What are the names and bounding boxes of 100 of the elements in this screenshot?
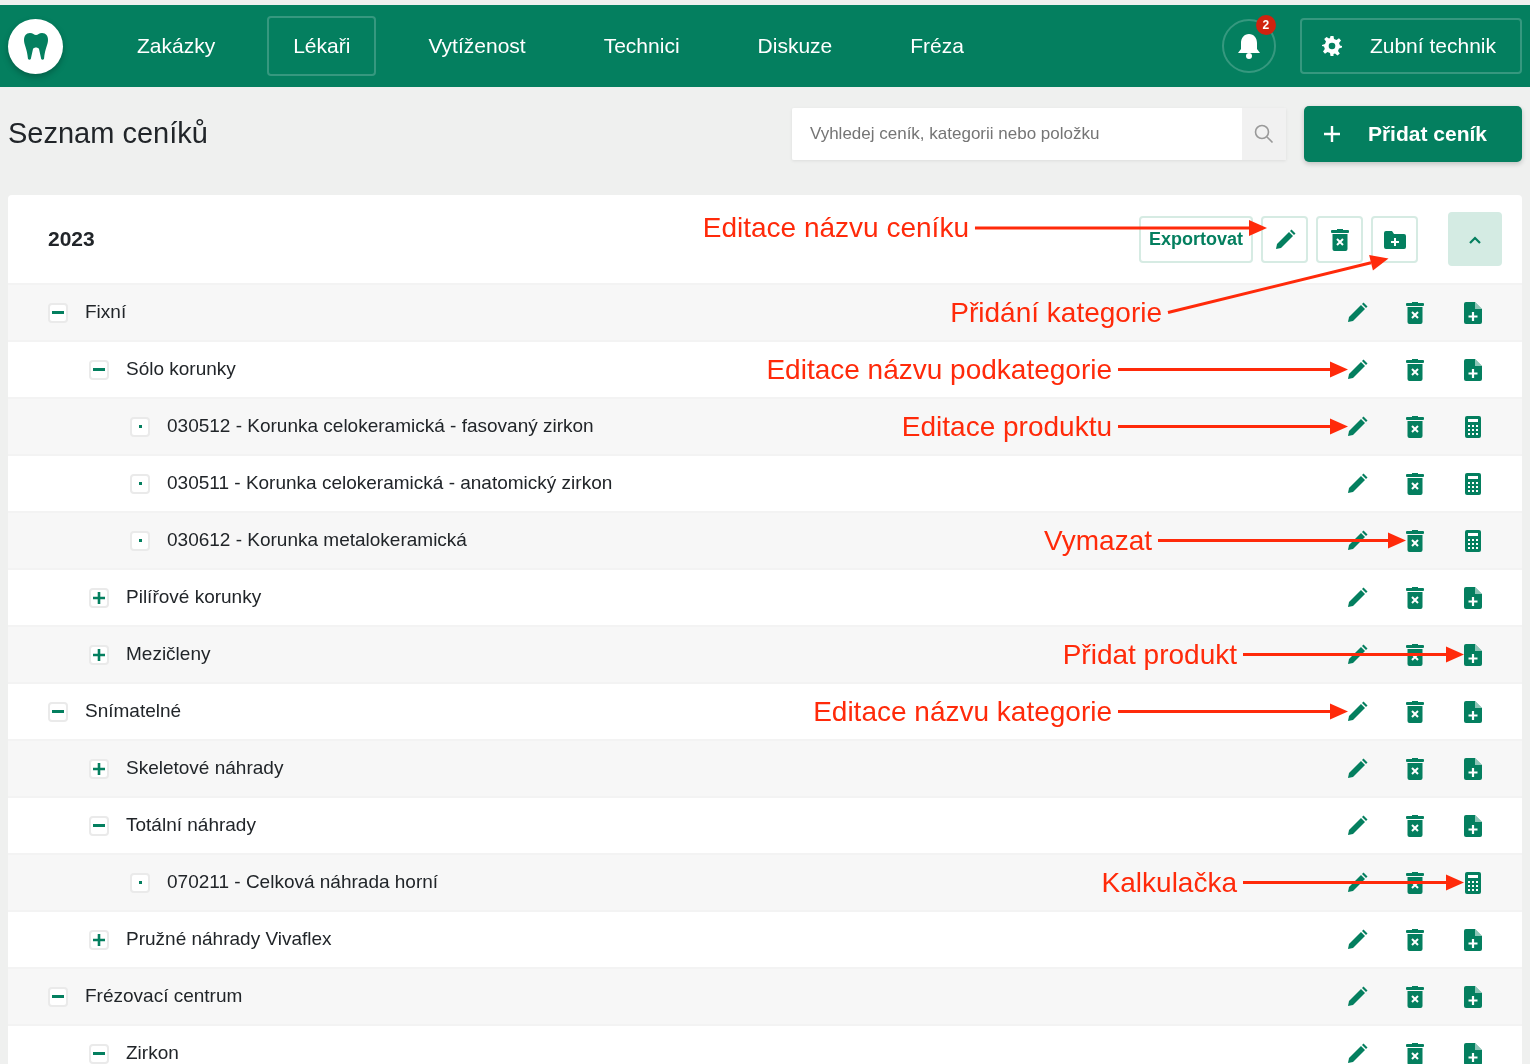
pencil-icon xyxy=(1346,415,1368,438)
expand-toggle[interactable] xyxy=(89,758,109,779)
file-plus-icon xyxy=(1464,643,1482,666)
pencil-icon xyxy=(1346,358,1368,381)
collapse-toggle[interactable] xyxy=(89,359,109,380)
row-name: Skeletové náhrady xyxy=(126,756,284,781)
nav-link[interactable]: Zakázky xyxy=(111,16,242,76)
trash-icon xyxy=(1406,301,1424,324)
expand-toggle[interactable] xyxy=(89,644,109,665)
row-name: Zirkon xyxy=(126,1041,179,1064)
leaf-marker[interactable] xyxy=(130,530,150,551)
row-name: 030512 - Korunka celokeramická - fasovaný zirkon xyxy=(167,414,594,439)
collapse-toggle[interactable] xyxy=(48,701,68,722)
row-name: Sólo korunky xyxy=(126,357,236,382)
export-button[interactable]: Exportovat xyxy=(1138,215,1253,263)
row-name: Mezičleny xyxy=(126,642,211,667)
minus-icon xyxy=(93,1052,105,1055)
trash-icon xyxy=(1406,529,1424,552)
trash-icon xyxy=(1406,586,1424,609)
logo[interactable] xyxy=(8,18,63,74)
trash-icon xyxy=(1406,415,1424,438)
annotation-label: Vymazat xyxy=(1044,523,1152,558)
pencil-icon xyxy=(1346,700,1368,723)
row-name: Snímatelné xyxy=(85,699,182,724)
expand-toggle[interactable] xyxy=(89,587,109,608)
minus-icon xyxy=(52,995,64,998)
plus-icon xyxy=(93,591,105,604)
search-icon xyxy=(1253,124,1274,145)
trash-icon xyxy=(1330,228,1349,251)
minus-icon xyxy=(52,311,64,314)
row-name: Pružné náhrady Vivaflex xyxy=(126,927,332,952)
annotation-label: Editace názvu podkategorie xyxy=(766,352,1112,387)
trash-icon xyxy=(1406,814,1424,837)
row-name: Fixní xyxy=(85,300,127,325)
minus-icon xyxy=(93,368,105,371)
user-menu-button[interactable]: Zubní technik xyxy=(1299,18,1522,74)
row-name: 070211 - Celková náhrada horní xyxy=(167,870,439,895)
nav-link[interactable]: Lékaři xyxy=(267,16,377,76)
row-name: 030511 - Korunka celokeramická - anatomický zirkon xyxy=(167,471,613,496)
minus-icon xyxy=(93,824,105,827)
collapse-toggle[interactable] xyxy=(48,986,68,1007)
file-plus-icon xyxy=(1464,586,1482,609)
tooth-icon xyxy=(23,32,48,60)
gear-icon xyxy=(1321,36,1342,56)
file-plus-icon xyxy=(1464,301,1482,324)
file-plus-icon xyxy=(1464,814,1482,837)
pencil-icon xyxy=(1346,529,1368,552)
calculator-icon xyxy=(1465,472,1481,495)
file-plus-icon xyxy=(1464,700,1482,723)
file-plus-icon xyxy=(1464,757,1482,780)
annotation-label: Editace produktu xyxy=(901,409,1112,444)
leaf-marker[interactable] xyxy=(130,473,150,494)
annotation-label: Přidání kategorie xyxy=(950,295,1162,330)
pencil-icon xyxy=(1346,301,1368,324)
chevron-up-icon xyxy=(1469,235,1481,244)
pencil-icon xyxy=(1346,928,1368,951)
trash-icon xyxy=(1406,472,1424,495)
pricelist-title: 2023 xyxy=(48,226,95,253)
plus-icon xyxy=(1323,125,1340,142)
row-name: Pilířové korunky xyxy=(126,585,262,610)
bell-icon xyxy=(1236,33,1261,59)
nav-link[interactable]: Diskuze xyxy=(731,16,859,76)
annotation-label: Kalkulačka xyxy=(1101,865,1237,900)
trash-icon xyxy=(1406,700,1424,723)
calculator-icon xyxy=(1465,415,1481,438)
pencil-icon xyxy=(1346,586,1368,609)
add-category-button[interactable] xyxy=(1371,215,1418,263)
row-name: Totální náhrady xyxy=(126,813,256,838)
nav-link[interactable]: Vytíženost xyxy=(402,16,552,76)
pencil-icon xyxy=(1346,643,1368,666)
collapse-toggle[interactable] xyxy=(89,1043,109,1064)
file-plus-icon xyxy=(1464,928,1482,951)
row-name: Frézovací centrum xyxy=(85,984,243,1009)
delete-button[interactable] xyxy=(1316,215,1363,263)
add-pricelist-button[interactable]: Přidat ceník xyxy=(1303,105,1522,162)
trash-icon xyxy=(1406,928,1424,951)
trash-icon xyxy=(1406,358,1424,381)
expand-toggle[interactable] xyxy=(89,929,109,950)
pencil-icon xyxy=(1346,814,1368,837)
leaf-marker[interactable] xyxy=(130,416,150,437)
collapse-toggle[interactable] xyxy=(89,815,109,836)
leaf-marker[interactable] xyxy=(130,872,150,893)
search-field[interactable]: Vyhledej ceník, kategorii nebo položku xyxy=(791,107,1242,160)
pencil-icon xyxy=(1273,228,1296,251)
collapse-toggle[interactable] xyxy=(48,302,68,323)
annotation-label: Editace názvu kategorie xyxy=(813,694,1112,729)
file-plus-icon xyxy=(1464,985,1482,1008)
pencil-icon xyxy=(1346,871,1368,894)
trash-icon xyxy=(1406,757,1424,780)
plus-icon xyxy=(93,648,105,661)
nav-link[interactable]: Fréza xyxy=(884,16,990,76)
trash-icon xyxy=(1406,871,1424,894)
pencil-icon xyxy=(1346,472,1368,495)
row-name: 030612 - Korunka metalokeramická xyxy=(167,528,467,553)
plus-icon xyxy=(93,762,105,775)
pencil-icon xyxy=(1346,1042,1368,1064)
calculator-icon xyxy=(1465,871,1481,894)
plus-icon xyxy=(93,933,105,946)
nav-link[interactable]: Technici xyxy=(577,16,706,76)
edit-button[interactable] xyxy=(1261,215,1308,263)
